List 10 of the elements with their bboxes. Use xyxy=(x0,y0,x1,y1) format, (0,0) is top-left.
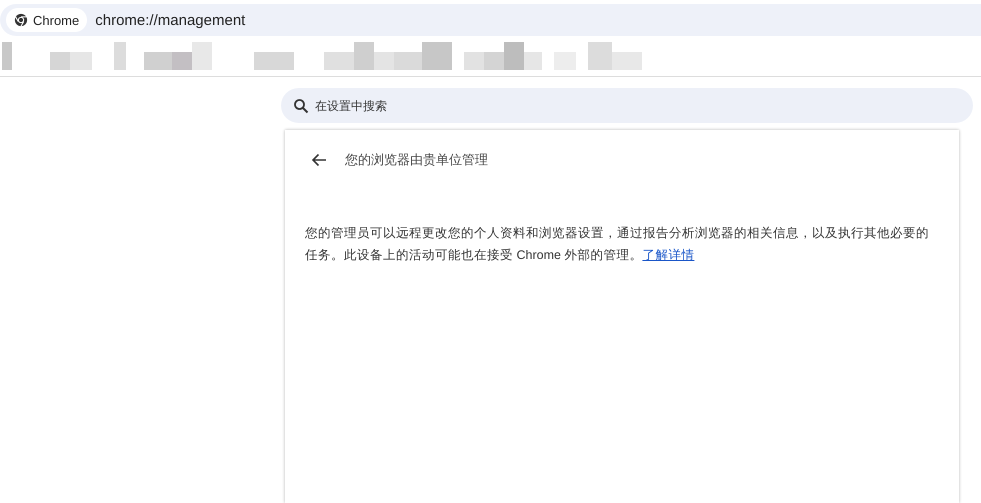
chrome-logo-icon xyxy=(14,13,28,27)
learn-more-link[interactable]: 了解详情 xyxy=(642,248,694,262)
search-icon xyxy=(293,98,309,114)
back-arrow-icon[interactable] xyxy=(311,153,327,167)
management-description: 您的管理员可以远程更改您的个人资料和浏览器设置，通过报告分析浏览器的相关信息，以及执行其他必要的任务。此设备上的活动可能也在接受 Chrome 外部的管理。了解详情 xyxy=(305,225,930,264)
url-text: chrome://management xyxy=(95,12,246,28)
address-bar[interactable]: Chrome chrome://management xyxy=(0,4,981,36)
site-chip[interactable]: Chrome xyxy=(6,8,88,32)
search-field[interactable]: 在设置中搜索 xyxy=(281,88,973,123)
page-title: 您的浏览器由贵单位管理 xyxy=(345,151,488,169)
